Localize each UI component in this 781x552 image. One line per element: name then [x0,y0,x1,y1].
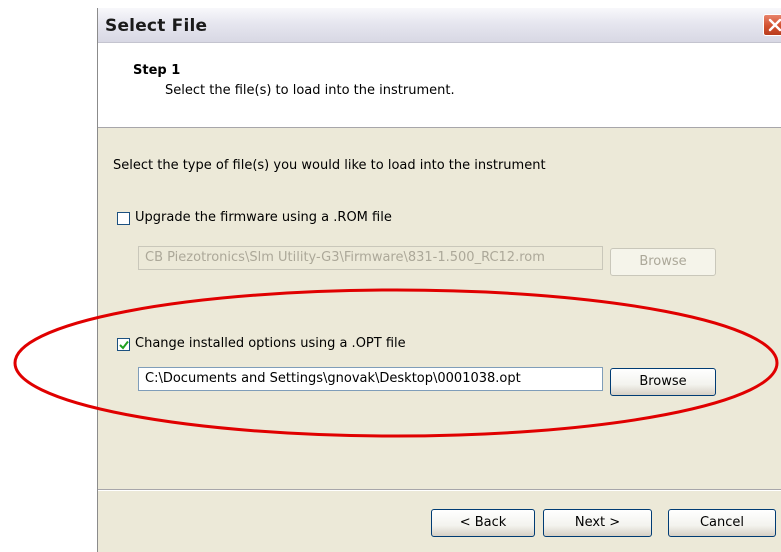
firmware-option-label[interactable]: Upgrade the firmware using a .ROM file [135,210,392,225]
wizard-header: Step 1 Select the file(s) to load into t… [98,43,781,128]
title-bar[interactable]: Select File [98,8,781,43]
step-title: Step 1 [133,63,181,78]
options-checkbox[interactable] [117,338,130,351]
cancel-button[interactable]: Cancel [668,509,776,537]
options-browse-button[interactable]: Browse [610,368,716,396]
instruction-text: Select the type of file(s) you would lik… [113,158,546,173]
select-file-dialog: Select File Step 1 Select the file(s) to… [97,8,781,552]
firmware-path-field[interactable]: CB Piezotronics\Slm Utility-G3\Firmware\… [138,246,603,270]
checkmark-icon [119,340,129,350]
window-title: Select File [105,16,208,36]
screenshot-stage: Select File Step 1 Select the file(s) to… [0,0,781,552]
next-button[interactable]: Next > [543,509,652,537]
options-path-field[interactable]: C:\Documents and Settings\gnovak\Desktop… [138,367,603,391]
options-option-label[interactable]: Change installed options using a .OPT fi… [135,336,406,351]
step-description: Select the file(s) to load into the inst… [165,83,455,98]
footer-separator [98,489,781,491]
firmware-browse-button[interactable]: Browse [610,248,716,276]
back-button[interactable]: < Back [431,509,535,537]
close-button[interactable] [763,14,781,36]
close-icon [768,18,781,32]
firmware-checkbox[interactable] [117,212,130,225]
wizard-body: Select the type of file(s) you would lik… [98,128,781,508]
